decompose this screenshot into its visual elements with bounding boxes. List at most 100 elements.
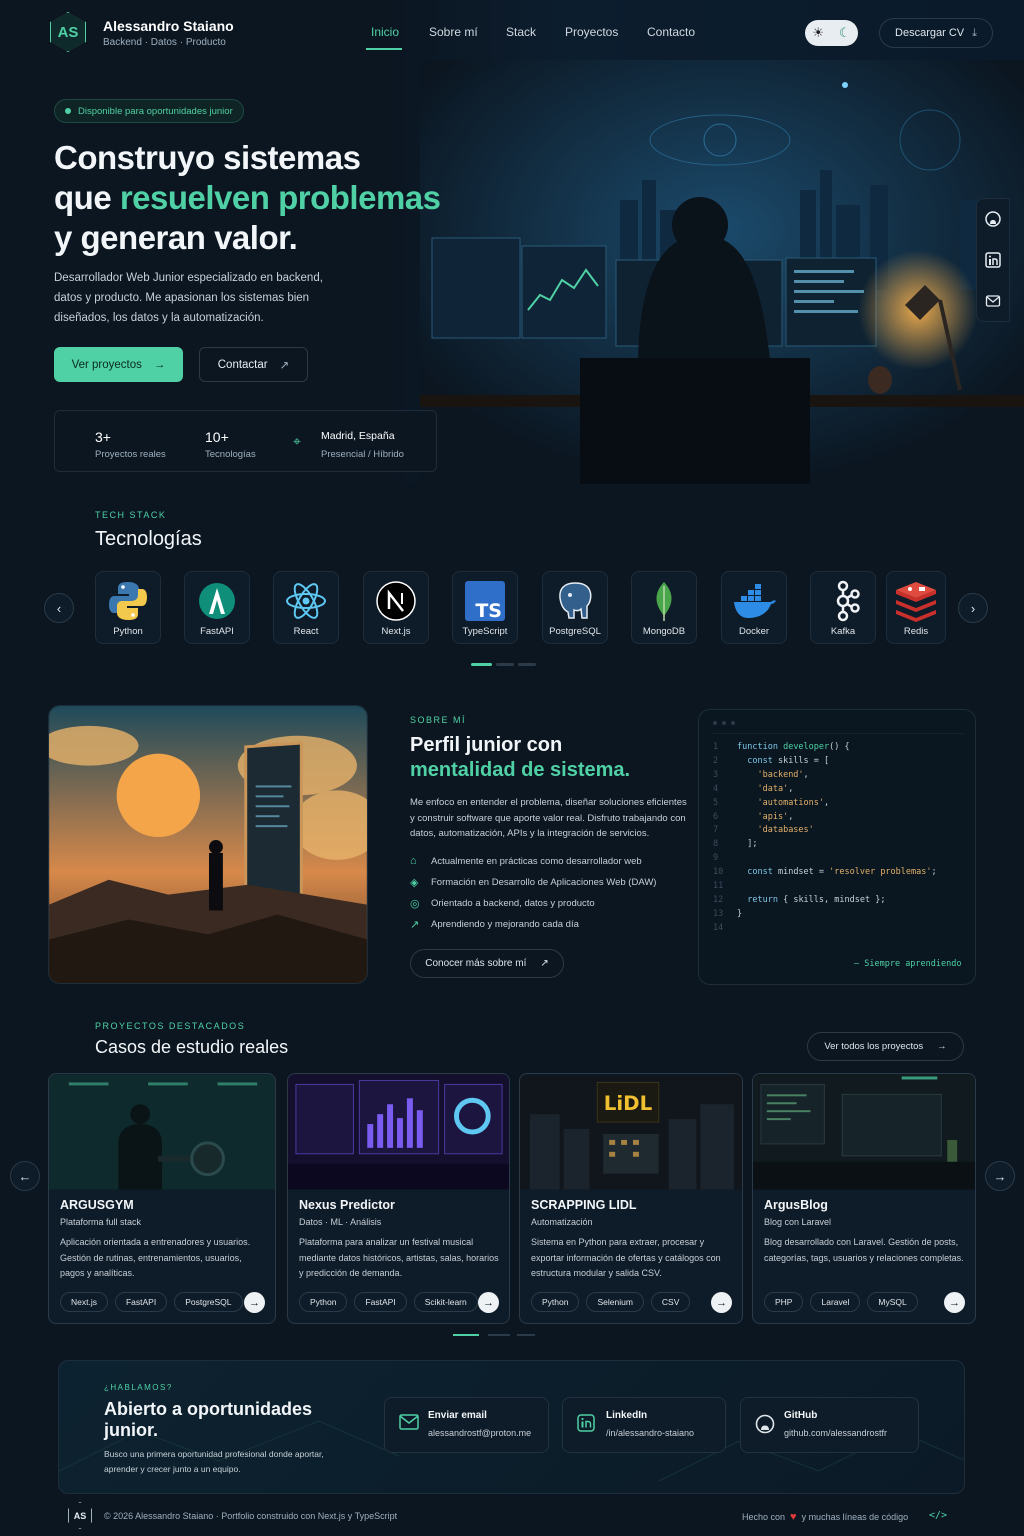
project-tags: Python FastAPI Scikit-learn <box>299 1292 478 1312</box>
contact-card-title: Enviar email <box>428 1410 487 1421</box>
footer-logo[interactable]: AS <box>68 1502 92 1529</box>
footer-copyright: © 2026 Alessandro Staiano · Portfolio co… <box>104 1511 398 1521</box>
view-projects-label: Ver proyectos <box>71 358 142 371</box>
project-open-button[interactable]: → <box>478 1292 499 1313</box>
fastapi-icon <box>199 583 235 619</box>
github-icon <box>755 1414 775 1434</box>
projects-next-button[interactable]: → <box>985 1161 1015 1191</box>
project-card-argusgym[interactable]: ARGUSGYM Plataforma full stack Aplicació… <box>48 1073 276 1324</box>
project-tags: PHP Laravel MySQL <box>764 1292 918 1312</box>
nav-item-inicio[interactable]: Inicio <box>371 25 399 39</box>
carousel-dot[interactable] <box>488 1334 510 1336</box>
project-description: Blog desarrollado con Laravel. Gestión d… <box>764 1237 964 1263</box>
project-image-workspace <box>753 1074 975 1190</box>
carousel-dot[interactable] <box>517 1334 535 1336</box>
project-open-button[interactable]: → <box>711 1292 732 1313</box>
contact-description: Busco una primera oportunidad profesiona… <box>104 1449 324 1474</box>
tech-card-python[interactable]: Python <box>95 571 161 644</box>
made-with-text-2: y muchas líneas de código <box>801 1512 909 1522</box>
project-tags: Next.js FastAPI PostgreSQL <box>60 1292 243 1312</box>
contact-card-email[interactable]: Enviar email alessandrostf@proton.me <box>384 1397 549 1453</box>
about-point: ⌂ Actualmente en prácticas como desarroll… <box>410 855 642 867</box>
tech-card-nextjs[interactable]: Next.js <box>363 571 429 644</box>
tech-label: Python <box>113 626 143 637</box>
line-number: 8 <box>713 839 719 850</box>
lidl-sign: LiDL <box>604 1092 653 1115</box>
code-editor-card: 1 function developer() {2 const skills = … <box>698 709 976 985</box>
github-icon[interactable] <box>985 211 1001 228</box>
tech-card-kafka[interactable]: Kafka <box>810 571 876 644</box>
tech-prev-button[interactable]: ‹ <box>44 593 74 623</box>
arrow-left-icon: ← <box>18 1168 32 1184</box>
contact-card-linkedin[interactable]: LinkedIn /in/alessandro-staiano <box>562 1397 726 1453</box>
nav-item-proyectos[interactable]: Proyectos <box>565 25 618 39</box>
nav-item-stack[interactable]: Stack <box>506 25 536 39</box>
tech-card-mongodb[interactable]: MongoDB <box>631 571 697 644</box>
code-line: 10 const mindset = 'resolver problemas'; <box>713 867 937 878</box>
tech-label: React <box>293 626 319 637</box>
view-all-projects-button[interactable]: Ver todos los proyectos → <box>807 1032 964 1061</box>
arrow-right-icon: → <box>153 358 166 371</box>
tech-card-fastapi[interactable]: FastAPI <box>184 571 250 644</box>
project-open-button[interactable]: → <box>244 1292 265 1313</box>
tech-card-docker[interactable]: Docker <box>721 571 787 644</box>
project-open-button[interactable]: → <box>944 1292 965 1313</box>
about-more-label: Conocer más sobre mí <box>425 958 527 969</box>
arrow-right-icon: → <box>249 1296 260 1309</box>
tech-card-typescript[interactable]: TS TypeScript <box>452 571 518 644</box>
code-line: 11 <box>713 881 737 891</box>
project-card-argusblog[interactable]: ArgusBlog Blog con Laravel Blog desarrol… <box>752 1073 976 1324</box>
tech-next-button[interactable]: › <box>958 593 988 623</box>
about-more-button[interactable]: Conocer más sobre mí ↗ <box>410 949 564 978</box>
line-number: 5 <box>713 797 719 808</box>
projects-prev-button[interactable]: ← <box>10 1161 40 1191</box>
nav-item-sobre-mi[interactable]: Sobre mí <box>429 25 478 39</box>
tag: Selenium <box>586 1292 644 1312</box>
contact-button[interactable]: Contactar ↗ <box>199 347 308 382</box>
tag: Python <box>531 1292 580 1312</box>
arrow-right-icon: → <box>949 1296 960 1309</box>
hero-description: Desarrollador Web Junior especializado e… <box>54 272 323 324</box>
contact-card-github[interactable]: GitHub github.com/alessandrostfr <box>740 1397 919 1453</box>
code-line: 14 <box>713 923 737 933</box>
tag: Laravel <box>810 1292 861 1312</box>
code-line: 4 'data', <box>713 783 794 794</box>
contact-card-value: /in/alessandro-staiano <box>606 1428 695 1438</box>
hero-title-highlight: resuelven problemas <box>119 179 441 216</box>
mail-icon[interactable] <box>985 293 1001 309</box>
line-number: 13 <box>713 908 724 919</box>
line-number: 2 <box>713 755 719 766</box>
project-card-nexus-predictor[interactable]: Nexus Predictor Datos · ML · Análisis Pl… <box>287 1073 510 1324</box>
linkedin-icon[interactable] <box>985 252 1001 268</box>
stat-tech-label: Tecnologías <box>205 449 256 460</box>
tech-card-postgresql[interactable]: PostgreSQL <box>542 571 608 644</box>
line-number: 9 <box>713 853 719 864</box>
availability-text: Disponible para oportunidades junior <box>78 105 233 117</box>
postgresql-icon <box>559 582 592 619</box>
tag: FastAPI <box>354 1292 407 1312</box>
view-projects-button[interactable]: Ver proyectos → <box>54 347 183 382</box>
brand-name: Alessandro Staiano <box>103 18 234 34</box>
growth-icon: ↗ <box>410 919 420 931</box>
project-title: SCRAPPING LIDL <box>531 1198 637 1212</box>
brand-logo[interactable]: AS <box>50 12 86 52</box>
theme-toggle[interactable]: ☀ ☾ <box>805 20 858 46</box>
python-icon <box>109 582 147 620</box>
tag: PHP <box>764 1292 804 1312</box>
carousel-dot[interactable] <box>518 663 536 666</box>
download-cv-button[interactable]: Descargar CV ⤓ <box>879 18 993 48</box>
tech-card-react[interactable]: React <box>273 571 339 644</box>
tech-card-redis[interactable]: Redis <box>886 571 946 644</box>
carousel-dot-active[interactable] <box>471 663 492 666</box>
line-number: 11 <box>713 881 724 891</box>
tech-label: Docker <box>738 626 770 637</box>
svg-text:TS: TS <box>475 600 502 622</box>
tech-label: Kafka <box>830 626 856 637</box>
tag: PostgreSQL <box>174 1292 243 1312</box>
project-card-scrapping-lidl[interactable]: LiDL SCRAPPING LIDL Automatización Siste… <box>519 1073 743 1324</box>
line-number: 14 <box>713 922 724 933</box>
carousel-dot[interactable] <box>496 663 514 666</box>
carousel-dot-active[interactable] <box>453 1334 479 1336</box>
nav-item-contacto[interactable]: Contacto <box>647 25 695 39</box>
arrow-up-right-icon: ↗ <box>279 359 290 372</box>
